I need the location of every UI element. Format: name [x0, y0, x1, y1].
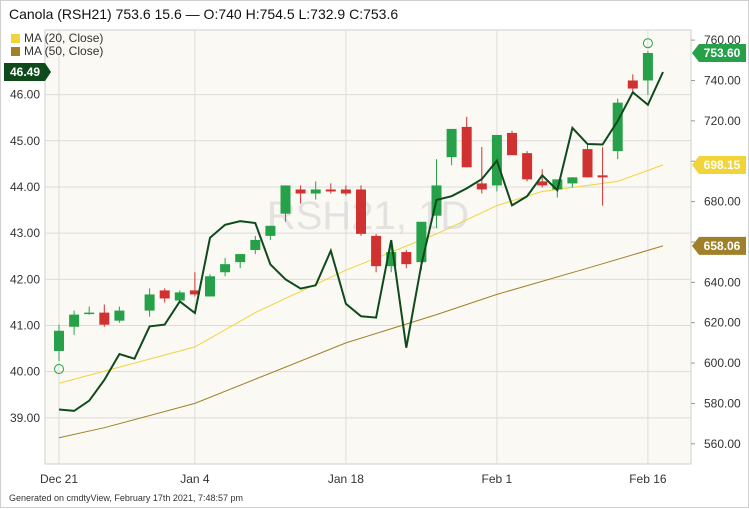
right-tick-label: 580.00: [704, 396, 741, 410]
candle-body: [250, 239, 261, 251]
candle-body: [295, 189, 306, 194]
right-value-label: 698.15: [704, 158, 741, 172]
candle-body: [416, 221, 427, 263]
candle-body: [340, 189, 351, 194]
candle: [522, 151, 533, 182]
right-tick-label: 720.00: [704, 114, 741, 128]
candle-body: [371, 235, 382, 267]
candle-body: [597, 175, 608, 178]
candle-body: [356, 189, 366, 234]
left-tick-label: 39.00: [10, 411, 40, 425]
candle-body: [642, 53, 653, 81]
candle-body: [507, 132, 517, 156]
candle-body: [69, 314, 80, 327]
x-tick-label: Jan 18: [328, 472, 364, 486]
candle-body: [582, 149, 593, 178]
candle: [205, 274, 215, 297]
candle-body: [265, 225, 276, 236]
candle-body: [220, 264, 231, 273]
right-value-label: 658.06: [704, 239, 741, 253]
left-tick-label: 44.00: [10, 180, 40, 194]
candle-body: [280, 185, 291, 214]
legend-label: MA (20, Close): [24, 31, 103, 45]
candle-body: [522, 153, 533, 180]
x-tick-label: Jan 4: [180, 472, 210, 486]
footer-text: Generated on cmdtyView, February 17th 20…: [9, 493, 243, 503]
right-value-label: 753.60: [704, 46, 741, 60]
left-tick-label: 43.00: [10, 226, 40, 240]
candle: [612, 98, 623, 160]
right-tick-label: 600.00: [704, 356, 741, 370]
candle-body: [99, 312, 110, 325]
candle-body: [627, 80, 638, 89]
left-tick-label: 46.00: [10, 88, 40, 102]
left-tick-label: 45.00: [10, 134, 40, 148]
candle-body: [537, 181, 548, 186]
left-value-label: 46.49: [10, 65, 40, 79]
candle-body: [205, 276, 215, 297]
candle-body: [159, 290, 170, 299]
left-tick-label: 40.00: [10, 365, 40, 379]
candle-body: [401, 252, 412, 265]
candle-body: [54, 330, 64, 351]
right-tick-label: 640.00: [704, 275, 741, 289]
chart-svg[interactable]: 39.00 40.00 41.00 42.00 43.00 44.00 45.00 46.00…: [1, 1, 749, 509]
right-tick-label: 560.00: [704, 437, 741, 451]
candle-body: [461, 126, 472, 168]
candle-body: [310, 189, 321, 194]
legend-swatch: [11, 34, 20, 43]
legend-label: MA (50, Close): [24, 44, 103, 58]
candle-body: [567, 177, 578, 184]
candle: [356, 185, 366, 236]
right-tick-label: 740.00: [704, 73, 741, 87]
candle: [507, 130, 517, 156]
candle-body: [235, 254, 246, 263]
candle-body: [144, 294, 155, 311]
right-tick-label: 620.00: [704, 316, 741, 330]
candle: [582, 145, 593, 178]
candle-body: [325, 189, 336, 192]
candle-body: [114, 310, 125, 321]
x-tick-label: Feb 16: [629, 472, 667, 486]
candle-body: [476, 183, 487, 190]
legend-swatch: [11, 47, 20, 56]
candle-body: [174, 292, 185, 301]
left-tick-label: 41.00: [10, 318, 40, 332]
x-tick-label: Dec 21: [40, 472, 78, 486]
right-tick-label: 680.00: [704, 195, 741, 209]
chart-window: Canola (RSH21) 753.6 15.6 — O:740 H:754.…: [0, 0, 749, 508]
left-tick-label: 42.00: [10, 272, 40, 286]
candle-body: [84, 312, 95, 315]
candle-body: [446, 128, 457, 158]
x-tick-label: Feb 1: [482, 472, 513, 486]
